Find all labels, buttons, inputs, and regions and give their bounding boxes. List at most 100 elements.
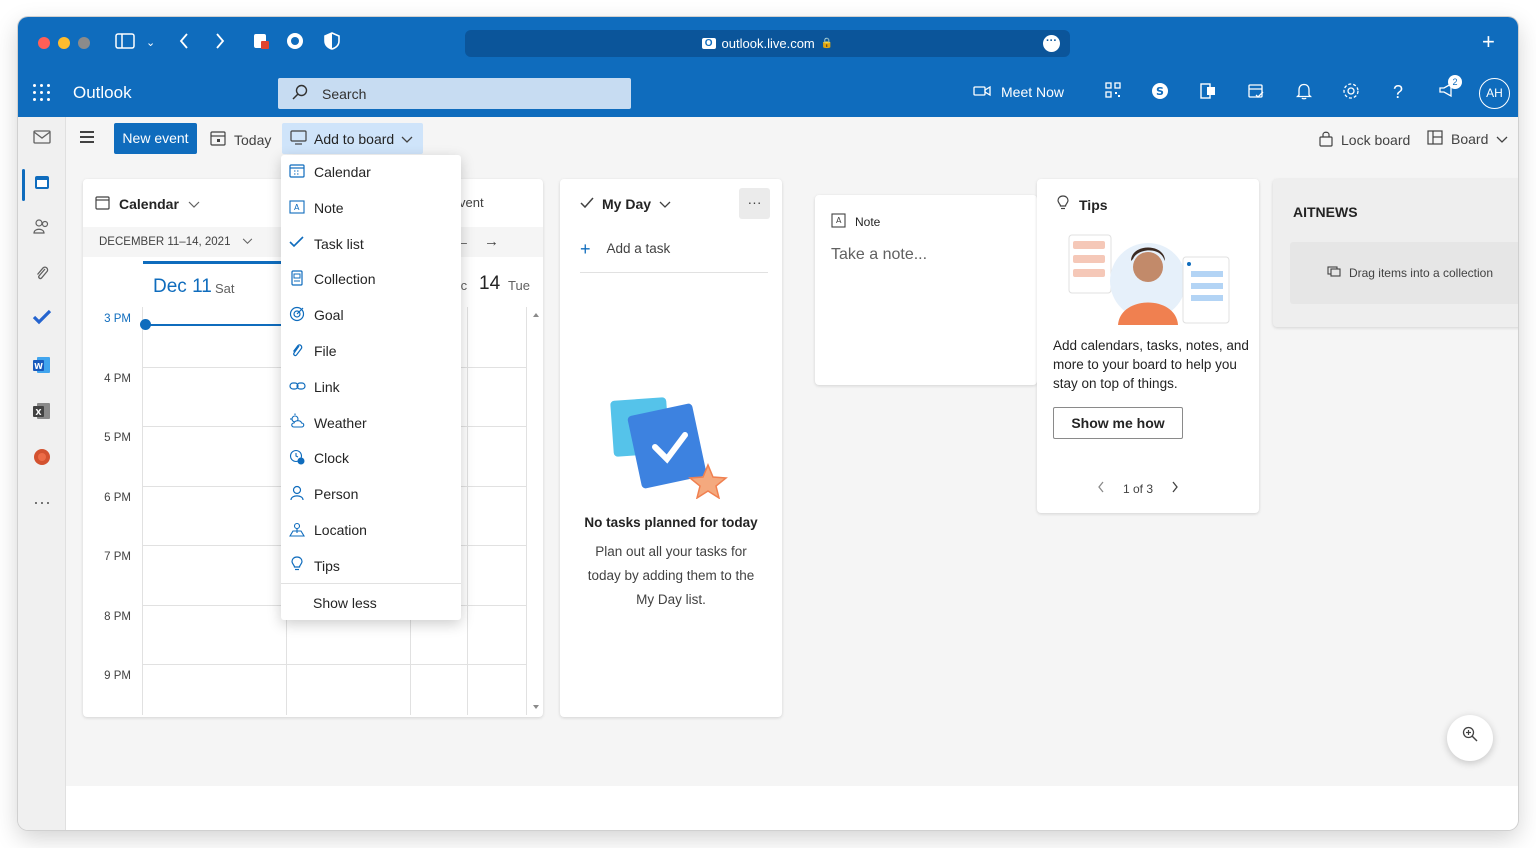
app-title[interactable]: Outlook	[73, 83, 132, 103]
lightbulb-icon	[1057, 195, 1069, 214]
menu-item-note[interactable]: A Note	[281, 191, 461, 225]
help-icon[interactable]: ?	[1387, 82, 1409, 102]
time-label: 8 PM	[104, 610, 131, 623]
menu-item-location[interactable]: Location	[281, 513, 461, 547]
day-header-sat[interactable]: Dec 11 Sat	[143, 261, 281, 307]
forward-icon[interactable]	[214, 32, 226, 56]
today-button[interactable]: Today	[210, 130, 271, 149]
menu-item-label: Clock	[314, 450, 350, 467]
bell-icon[interactable]	[1293, 82, 1315, 106]
powerpoint-icon[interactable]	[30, 447, 54, 471]
rail-selection-indicator	[22, 169, 25, 201]
menu-item-label: Task list	[314, 235, 364, 252]
minimize-window-button[interactable]	[58, 37, 70, 49]
new-tab-icon[interactable]: +	[1482, 31, 1495, 53]
gear-icon[interactable]	[1340, 82, 1362, 106]
next-arrow-icon[interactable]: →	[484, 233, 513, 250]
hamburger-menu-icon[interactable]	[80, 131, 98, 145]
tips-description: Add calendars, tasks, notes, and more to…	[1053, 338, 1249, 391]
url-text: outlook.live.com	[721, 36, 815, 51]
add-a-task-input[interactable]: + Add a task	[580, 240, 768, 273]
zoom-button[interactable]	[1447, 715, 1493, 761]
meet-now-button[interactable]: Meet Now	[973, 84, 1064, 100]
chevron-down-icon[interactable]: ⌄	[146, 33, 155, 53]
note-card-title: A Note	[831, 213, 880, 231]
menu-item-task-list[interactable]: Task list	[281, 227, 461, 261]
zoom-window-button[interactable]	[78, 37, 90, 49]
more-options-button[interactable]: ···	[739, 188, 770, 219]
menu-item-link[interactable]: Link	[281, 370, 461, 404]
menu-item-label: Note	[314, 199, 344, 216]
video-camera-icon	[973, 84, 991, 100]
board-label: Board	[1451, 131, 1489, 147]
previous-tip-icon[interactable]	[1097, 481, 1105, 496]
time-label: 4 PM	[104, 372, 131, 385]
people-icon[interactable]	[30, 218, 54, 242]
shield-icon[interactable]	[324, 32, 340, 56]
drop-hint: Drag items into a collection	[1348, 266, 1494, 280]
mail-icon[interactable]	[30, 128, 54, 152]
office-icon[interactable]	[1197, 82, 1219, 106]
calendar-icon	[288, 163, 306, 181]
calendar-scrollbar[interactable]	[530, 307, 542, 715]
menu-item-weather[interactable]: Weather	[281, 406, 461, 440]
menu-item-calendar[interactable]: Calendar	[281, 155, 461, 189]
menu-item-goal[interactable]: Goal	[281, 298, 461, 332]
more-apps-icon[interactable]: ···	[30, 493, 54, 517]
lock-board-label: Lock board	[1341, 132, 1411, 148]
extension-icon[interactable]	[252, 32, 270, 56]
calendar-card-title[interactable]: Calendar	[95, 195, 200, 213]
app-launcher-icon[interactable]	[33, 84, 50, 101]
paperclip-icon[interactable]	[30, 264, 54, 288]
next-tip-icon[interactable]	[1171, 481, 1179, 496]
check-icon	[580, 196, 594, 212]
board-view-button[interactable]: Board	[1427, 130, 1508, 148]
tips-card-title: Tips	[1057, 195, 1108, 214]
add-to-board-label: Add to board	[314, 130, 395, 147]
time-label: 3 PM	[104, 313, 131, 325]
meet-now-label: Meet Now	[1001, 84, 1065, 100]
todo-check-icon[interactable]	[30, 309, 54, 333]
chevron-down-icon	[188, 196, 200, 212]
sidebar-toggle-icon[interactable]	[115, 33, 135, 55]
note-text-area[interactable]: Take a note...	[831, 246, 927, 264]
show-me-how-button[interactable]: Show me how	[1053, 407, 1183, 439]
menu-item-file[interactable]: File	[281, 334, 461, 368]
my-day-title[interactable]: My Day	[580, 196, 671, 212]
day-number: Dec 11	[153, 276, 212, 297]
lock-board-button[interactable]: Lock board	[1319, 130, 1410, 150]
password-manager-icon[interactable]	[286, 32, 304, 56]
tips-label: Tips	[1079, 196, 1108, 213]
search-input[interactable]: Search	[278, 78, 631, 109]
person-icon	[288, 485, 306, 504]
excel-icon[interactable]: X	[30, 401, 54, 425]
chevron-down-icon	[242, 236, 253, 248]
word-icon[interactable]: W	[30, 355, 54, 379]
address-bar[interactable]: O outlook.live.com 🔒 ···	[465, 30, 1070, 57]
collection-drop-zone[interactable]: Drag items into a collection	[1290, 242, 1518, 304]
calendar-icon[interactable]	[30, 173, 54, 197]
my-day-icon[interactable]	[1245, 82, 1267, 106]
location-icon	[288, 521, 306, 540]
day-header-partial[interactable]: Ic 14 Tue	[453, 261, 530, 307]
menu-item-label: Location	[314, 522, 367, 538]
lock-icon: 🔒	[820, 38, 834, 49]
back-icon[interactable]	[178, 32, 190, 56]
zoom-in-icon	[1462, 726, 1478, 746]
qr-code-icon[interactable]	[1102, 82, 1124, 104]
collection-title[interactable]: AITNEWS	[1293, 204, 1358, 220]
new-event-button[interactable]: New event	[114, 123, 197, 154]
time-label: 5 PM	[104, 432, 131, 444]
add-to-board-button[interactable]: Add to board	[282, 123, 423, 154]
close-window-button[interactable]	[38, 37, 50, 49]
more-options-icon[interactable]: ···	[1043, 35, 1060, 52]
show-less-button[interactable]: Show less	[313, 595, 377, 611]
avatar[interactable]: AH	[1479, 78, 1510, 109]
menu-item-tips[interactable]: Tips	[281, 549, 461, 583]
menu-item-clock[interactable]: Clock	[281, 441, 461, 475]
tips-illustration	[1065, 231, 1233, 334]
menu-item-person[interactable]: Person	[281, 477, 461, 511]
menu-item-collection[interactable]: Collection	[281, 262, 461, 296]
tasks-illustration	[610, 395, 730, 504]
skype-icon[interactable]: S	[1149, 82, 1171, 106]
